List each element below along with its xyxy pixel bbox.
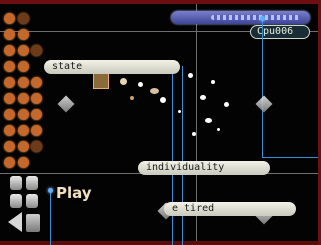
particle [130,96,134,100]
label-state: state [44,60,180,74]
diamond-marker [255,95,273,113]
block [26,214,40,232]
energy-gauge [171,11,310,24]
particle [205,118,212,123]
block [10,176,22,190]
particle [192,132,196,136]
connector-line [172,66,173,245]
block [26,176,38,190]
diamond-marker [57,95,75,113]
connector-line [262,157,318,158]
particle [178,110,181,113]
dot-matrix [3,10,42,173]
label-individuality: individuality [138,161,270,175]
frame-top [0,0,321,4]
particle [200,95,206,100]
particle [120,78,127,85]
particle [211,80,215,84]
block [10,194,22,208]
particle [188,73,193,78]
connector-node [48,188,53,193]
item-chip [93,73,109,89]
particle [224,102,229,107]
label-tired: e tired [164,202,296,216]
particle [150,88,159,94]
game-screen: Cpu006 state individuality e tired Play [0,0,321,245]
connector-node [260,16,265,21]
block [26,194,38,208]
player-tag: Cpu006 [250,25,310,39]
frame-bottom [0,241,321,245]
particle [160,97,166,103]
play-label[interactable]: Play [56,184,92,202]
play-control[interactable] [8,172,42,238]
left-arrow-icon [8,212,22,232]
particle [138,82,143,87]
connector-line [182,66,183,245]
particle [217,128,220,131]
connector-line [262,18,263,158]
connector-line [50,190,51,245]
